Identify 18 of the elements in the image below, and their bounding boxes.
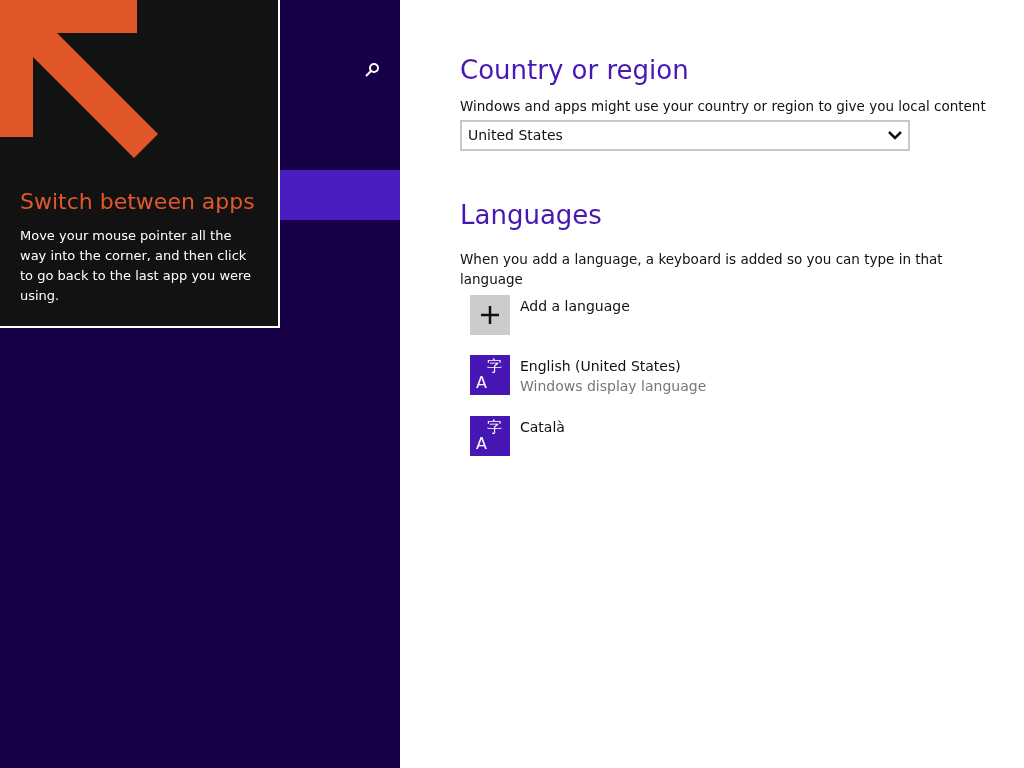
search-icon[interactable]	[364, 62, 380, 78]
chevron-down-icon	[888, 131, 902, 140]
tip-text: Move your mouse pointer all the way into the corner, and then click to go back to the last app you were using.	[20, 227, 253, 305]
section-title: Country or region	[460, 54, 690, 87]
language-subtitle: Windows display language	[520, 377, 707, 396]
language-name: Català	[520, 418, 565, 437]
section-description: When you add a language, a keyboard is added so you can type in that language	[460, 250, 944, 289]
section-description: Windows and apps might use your country or region to give you local content	[460, 97, 987, 116]
add-tile[interactable]	[470, 295, 510, 335]
language-name[interactable]: Add a language	[520, 296, 630, 316]
language-icon: A 字	[470, 355, 510, 395]
section-title: Languages	[460, 199, 603, 232]
plus-icon	[480, 305, 500, 325]
arrow-icon	[0, 0, 158, 158]
language-icon: A 字	[470, 416, 510, 456]
tip-title: Switch between apps	[20, 188, 255, 216]
country-dropdown[interactable]: United States	[460, 120, 910, 151]
language-name: English (United States)	[520, 357, 682, 376]
